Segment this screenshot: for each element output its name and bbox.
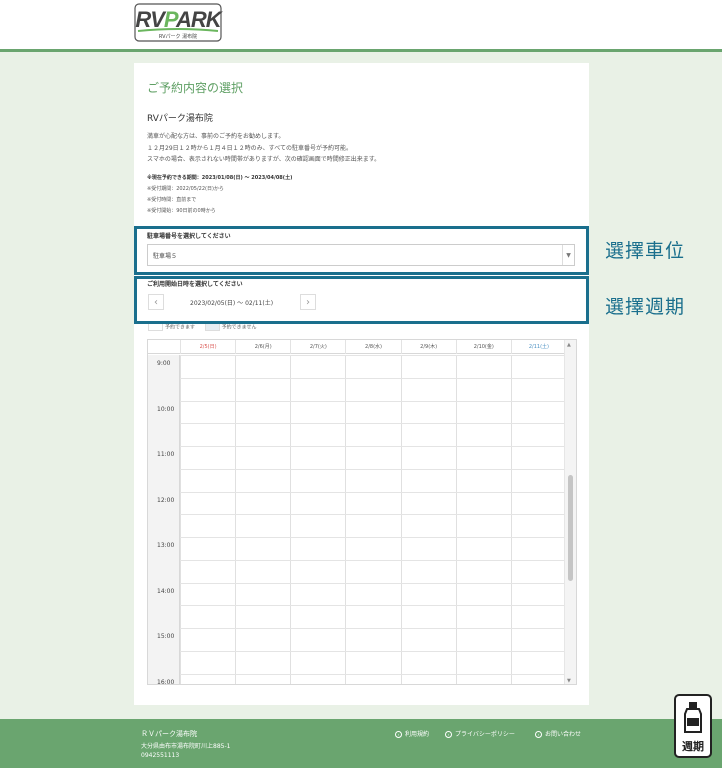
calendar-day-header: 2/10(金) — [455, 340, 511, 354]
calendar-day-header: 2/6(月) — [235, 340, 290, 354]
note-accept-period: ※受付期間：2022/05/22(日)から — [147, 186, 224, 192]
footer-link-terms-label: 利用規約 — [405, 731, 430, 738]
calendar-column-divider — [510, 355, 512, 684]
annotation-select-space: 選擇車位 — [605, 240, 686, 262]
legend-unavailable-swatch — [204, 323, 220, 331]
calendar-time-slot-line[interactable] — [180, 582, 566, 584]
logo-subtitle: RVパーク 湯布院 — [158, 34, 198, 40]
footer-tel: 0942551113 — [141, 752, 180, 759]
calendar-time-slot-line[interactable] — [180, 446, 566, 447]
calendar-day-header: 2/8(水) — [345, 340, 400, 354]
notes: ※現在予約できる期間：2023/01/08(日) 〜 2023/04/08(土)… — [147, 173, 577, 217]
note-accept-start: ※受付開始：90日前の0時から — [147, 208, 216, 214]
footer-link-terms[interactable]: › 利用規約 — [395, 729, 429, 738]
calendar-time-slot-line[interactable] — [180, 650, 566, 652]
description-line: １２月29日１２時から１月４日１２時のみ、すべての駐車番号が予約可能。 — [147, 144, 352, 152]
reservation-card: ご予約内容の選択 RVパーク湯布院 満車が心配な方は、事前のご予約をお勧めします… — [134, 63, 589, 705]
park-name: RVパーク湯布院 — [147, 114, 213, 124]
calendar-time-slot-line[interactable] — [180, 559, 566, 561]
scroll-down-icon[interactable]: ▼ — [567, 678, 571, 684]
time-label: 11:00 — [157, 451, 175, 458]
page-title: ご予約内容の選択 — [147, 81, 244, 95]
time-label: 13:00 — [157, 542, 175, 549]
time-column: 9:00 10:00 11:00 12:00 13:00 14:00 15:00 16:00 — [148, 355, 180, 685]
calendar-day-header: 2/5(日) — [180, 340, 235, 354]
calendar-time-slot-line[interactable] — [180, 605, 566, 607]
calendar-column-divider — [180, 355, 181, 684]
legend: 予約できます 予約できません — [148, 323, 264, 333]
circle-arrow-icon: › — [445, 731, 452, 738]
annotation-select-week: 選擇週期 — [605, 296, 686, 318]
calendar-column-divider — [345, 355, 347, 684]
corner-stamp: 週期 — [674, 694, 712, 758]
footer-link-privacy[interactable]: › プライバシーポリシー — [445, 729, 515, 738]
note-accept-time: ※受付時間：直前まで — [147, 197, 197, 203]
legend-available: 予約できます — [148, 323, 195, 331]
footer-link-privacy-label: プライバシーポリシー — [455, 731, 515, 738]
logo-brand: RVPARK — [135, 7, 221, 32]
circle-arrow-icon: › — [395, 731, 402, 738]
calendar-time-slot-line[interactable] — [180, 673, 566, 675]
rvpark-logo[interactable]: RVPARK RVパーク 湯布院 — [134, 3, 222, 43]
description-line: スマホの場合、表示されない時間帯がありますが、次の確認画面で時間修正出来ます。 — [147, 156, 381, 163]
calendar-scrollbar[interactable]: ▲ ▼ — [564, 340, 576, 684]
booking-calendar: 2/5(日) 2/6(月) 2/7(火) 2/8(水) 2/9(木) 2/10(金) 2/1… — [147, 339, 577, 685]
calendar-time-slot-line[interactable] — [180, 355, 566, 356]
time-label: 14:00 — [157, 587, 175, 595]
footer-link-contact-label: お問い合わせ — [545, 731, 582, 738]
calendar-day-header: 2/9(木) — [400, 340, 456, 354]
calendar-column-divider — [400, 355, 402, 684]
calendar-day-header: 2/7(火) — [290, 340, 345, 354]
parking-highlight-box — [134, 226, 589, 275]
site-header: RVPARK RVパーク 湯布院 — [0, 0, 722, 52]
week-highlight-box — [134, 276, 589, 324]
footer-link-contact[interactable]: › お問い合わせ — [535, 729, 581, 738]
legend-unavailable: 予約できません — [204, 323, 257, 331]
calendar-column-divider — [290, 355, 292, 684]
stamp-text: 週期 — [682, 740, 704, 753]
time-label: 15:00 — [157, 633, 175, 640]
calendar-column-divider — [235, 355, 237, 684]
calendar-time-slot-line[interactable] — [180, 628, 566, 629]
time-label: 12:00 — [157, 496, 175, 504]
footer-address: 大分県由布市湯布院町川上885-1 — [141, 743, 231, 750]
legend-available-label: 予約できます — [165, 324, 196, 331]
site-footer: ＲＶパーク湯布院 大分県由布市湯布院町川上885-1 0942551113 › 利… — [0, 719, 722, 768]
description-line: 満車が心配な方は、事前のご予約をお勧めします。 — [147, 133, 285, 140]
calendar-column-divider — [455, 355, 457, 684]
footer-name: ＲＶパーク湯布院 — [141, 730, 197, 738]
time-label: 16:00 — [157, 678, 175, 685]
bottle-icon — [684, 702, 702, 733]
scrollbar-thumb[interactable] — [568, 475, 573, 581]
legend-available-swatch — [148, 323, 163, 331]
calendar-body: 9:00 10:00 11:00 12:00 13:00 14:00 15:00 16:00 — [148, 355, 566, 685]
calendar-time-slot-line[interactable] — [180, 400, 566, 402]
calendar-time-slot-line[interactable] — [180, 468, 566, 470]
calendar-time-slot-line[interactable] — [180, 377, 566, 379]
calendar-time-slot-line[interactable] — [180, 491, 566, 493]
legend-unavailable-label: 予約できません — [221, 324, 257, 331]
description: 満車が心配な方は、事前のご予約をお勧めします。 １２月29日１２時から１月４日１… — [147, 131, 577, 166]
calendar-header: 2/5(日) 2/6(月) 2/7(火) 2/8(水) 2/9(木) 2/10(金) 2/1… — [148, 340, 566, 354]
scroll-up-icon[interactable]: ▲ — [567, 342, 571, 348]
note-period: ※現在予約できる期間：2023/01/08(日) 〜 2023/04/08(土) — [147, 175, 293, 181]
calendar-time-slot-line[interactable] — [180, 423, 566, 425]
calendar-time-slot-line[interactable] — [180, 537, 566, 538]
time-label: 10:00 — [157, 405, 175, 413]
calendar-day-header: 2/11(土) — [510, 340, 566, 354]
calendar-time-slot-line[interactable] — [180, 514, 566, 516]
circle-arrow-icon: › — [535, 731, 542, 738]
time-label: 9:00 — [157, 360, 171, 367]
